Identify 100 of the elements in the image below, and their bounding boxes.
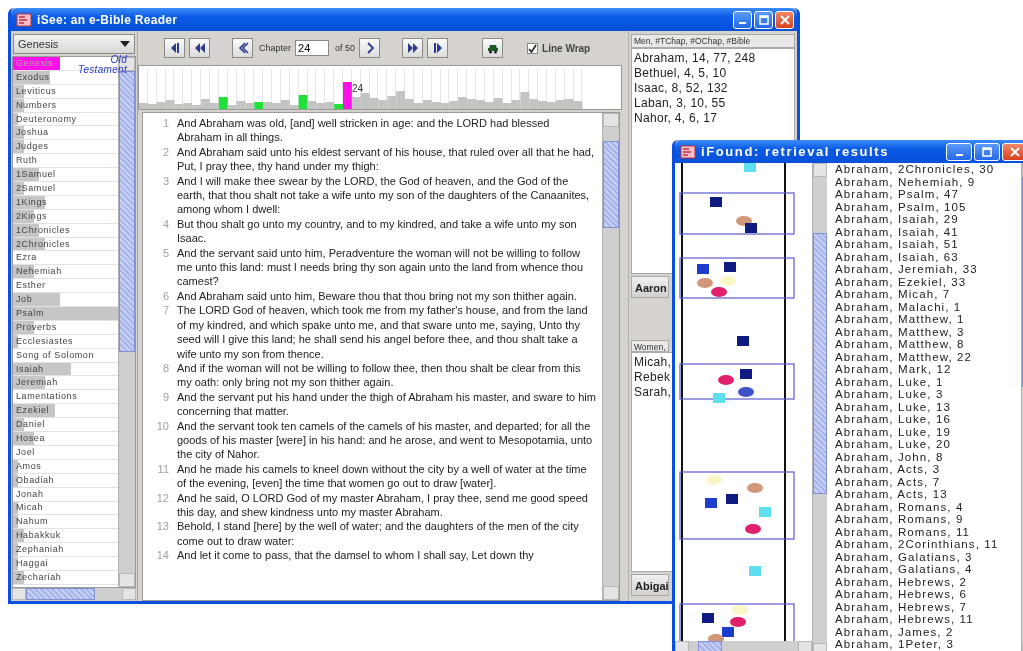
result-row[interactable]: Abraham, Romans, 4	[835, 500, 1021, 513]
result-row[interactable]: Abraham, Isaiah, 41	[835, 225, 1021, 238]
book-item[interactable]: Ecclesiastes	[13, 335, 74, 347]
result-row[interactable]: Abraham, Isaiah, 63	[835, 250, 1021, 263]
fast-forward-button[interactable]	[402, 38, 424, 58]
minimize-button[interactable]	[946, 142, 972, 161]
book-item[interactable]: Lamentations	[13, 391, 78, 403]
result-row[interactable]: Abraham, James, 2	[835, 625, 1021, 638]
book-item[interactable]: Haggai	[13, 558, 49, 569]
previous-button[interactable]	[232, 38, 253, 58]
result-row[interactable]: Abraham, 1Peter, 3	[835, 638, 1021, 651]
result-row[interactable]: Abraham, Luke, 13	[835, 400, 1021, 413]
result-row[interactable]: Abraham, Psalm, 105	[835, 200, 1021, 213]
skip-start-button[interactable]	[164, 38, 185, 58]
book-item[interactable]: Hosea	[13, 433, 45, 444]
book-item[interactable]: Habakkuk	[13, 530, 61, 542]
vertical-scrollbar[interactable]	[812, 163, 827, 651]
result-row[interactable]: Abraham, Matthew, 1	[835, 313, 1021, 326]
book-item[interactable]: 1Kings	[13, 196, 48, 208]
book-item[interactable]: Ruth	[13, 155, 38, 167]
list-row[interactable]: Abraham, 14, 77, 248	[632, 51, 794, 66]
book-item[interactable]: Zechariah	[13, 571, 62, 583]
list-row[interactable]: Nahor, 4, 6, 17	[632, 111, 794, 126]
book-item[interactable]: Obadiah	[13, 474, 55, 486]
book-item[interactable]: Deuteronomy	[13, 113, 77, 125]
book-item[interactable]: Numbers	[13, 99, 57, 111]
close-button[interactable]	[1002, 142, 1023, 161]
book-item[interactable]: Psalm	[13, 307, 44, 319]
list-row[interactable]: Laban, 3, 10, 55	[632, 96, 794, 111]
group-header[interactable]: Abigai	[631, 574, 669, 596]
horizontal-scrollbar[interactable]	[12, 588, 136, 600]
result-row[interactable]: Abraham, Hebrews, 7	[835, 600, 1021, 613]
result-row[interactable]: Abraham, Hebrews, 2	[835, 575, 1021, 588]
result-row[interactable]: Abraham, Luke, 3	[835, 388, 1021, 401]
result-row[interactable]: Abraham, John, 8	[835, 450, 1021, 463]
skip-end-button[interactable]	[427, 38, 449, 58]
result-row[interactable]: Abraham, Malachi, 1	[835, 300, 1021, 313]
line-wrap-checkbox[interactable]	[527, 42, 539, 54]
book-item[interactable]: 1Samuel	[13, 169, 56, 181]
book-item[interactable]: Amos	[13, 460, 42, 472]
book-item[interactable]: 1Chronicles	[13, 224, 71, 236]
rewind-button[interactable]	[189, 38, 210, 58]
close-button[interactable]	[775, 10, 794, 29]
result-row[interactable]: Abraham, Galatians, 4	[835, 563, 1021, 576]
result-row[interactable]: Abraham, Luke, 20	[835, 438, 1021, 451]
vertical-scrollbar[interactable]	[602, 113, 619, 600]
book-item[interactable]: Daniel	[13, 419, 46, 431]
list-row[interactable]: Sarah,	[632, 385, 670, 400]
result-row[interactable]: Abraham, Jeremiah, 33	[835, 263, 1021, 276]
result-row[interactable]: Abraham, Micah, 7	[835, 288, 1021, 301]
book-dropdown[interactable]: Genesis	[13, 34, 135, 54]
result-row[interactable]: Abraham, Isaiah, 29	[835, 213, 1021, 226]
next-button[interactable]	[359, 38, 381, 58]
minimize-button[interactable]	[733, 10, 752, 29]
book-item[interactable]: Zephaniah	[13, 544, 64, 556]
car-button[interactable]	[482, 38, 504, 58]
maximize-button[interactable]	[974, 142, 1000, 161]
book-item[interactable]: Jonah	[13, 488, 44, 500]
book-item[interactable]: Nehemiah	[13, 266, 62, 278]
chapter-field[interactable]: 24	[295, 40, 330, 56]
book-item[interactable]: Proverbs	[13, 321, 57, 333]
result-row[interactable]: Abraham, Acts, 7	[835, 475, 1021, 488]
book-item[interactable]: Jeremiah	[13, 377, 58, 389]
result-row[interactable]: Abraham, Nehemiah, 9	[835, 175, 1021, 188]
result-row[interactable]: Abraham, Acts, 3	[835, 463, 1021, 476]
result-row[interactable]: Abraham, Romans, 11	[835, 525, 1021, 538]
result-row[interactable]: Abraham, Matthew, 3	[835, 325, 1021, 338]
list-row[interactable]: Isaac, 8, 52, 132	[632, 81, 794, 96]
book-item[interactable]: Joshua	[13, 127, 49, 139]
result-row[interactable]: Abraham, 2Chronicles, 30	[835, 163, 1021, 176]
result-row[interactable]: Abraham, Hebrews, 11	[835, 613, 1021, 626]
list-row[interactable]: Bethuel, 4, 5, 10	[632, 66, 794, 81]
horizontal-scrollbar[interactable]	[675, 641, 812, 651]
group-header[interactable]: Aaron	[631, 276, 669, 298]
book-item[interactable]: Isaiah	[13, 363, 44, 375]
book-item[interactable]: Job	[13, 294, 33, 306]
result-row[interactable]: Abraham, Luke, 1	[835, 375, 1021, 388]
list-row[interactable]: Rebek	[632, 370, 670, 385]
book-item[interactable]: Esther	[13, 280, 46, 292]
book-item[interactable]: 2Samuel	[13, 182, 56, 194]
result-row[interactable]: Abraham, Acts, 13	[835, 488, 1021, 501]
book-item[interactable]: 2Chronicles	[13, 238, 71, 250]
book-item[interactable]: Joel	[13, 446, 35, 458]
result-row[interactable]: Abraham, Hebrews, 6	[835, 588, 1021, 601]
book-item[interactable]: Ezra	[13, 252, 37, 264]
result-row[interactable]: Abraham, 2Corinthians, 11	[835, 538, 1021, 551]
book-item[interactable]: Micah	[13, 502, 43, 514]
book-item[interactable]: 2Kings	[13, 210, 48, 222]
result-row[interactable]: Abraham, Matthew, 8	[835, 338, 1021, 351]
result-row[interactable]: Abraham, Galatians, 3	[835, 550, 1021, 563]
maximize-button[interactable]	[754, 10, 773, 29]
result-row[interactable]: Abraham, Luke, 19	[835, 425, 1021, 438]
result-row[interactable]: Abraham, Romans, 9	[835, 513, 1021, 526]
book-item[interactable]: Leviticus	[13, 85, 57, 97]
result-row[interactable]: Abraham, Matthew, 22	[835, 350, 1021, 363]
book-item[interactable]: Ezekiel	[13, 405, 50, 417]
book-item[interactable]: Exodus	[13, 71, 50, 83]
result-row[interactable]: Abraham, Mark, 12	[835, 363, 1021, 376]
result-row[interactable]: Abraham, Psalm, 47	[835, 188, 1021, 201]
result-row[interactable]: Abraham, Luke, 16	[835, 413, 1021, 426]
